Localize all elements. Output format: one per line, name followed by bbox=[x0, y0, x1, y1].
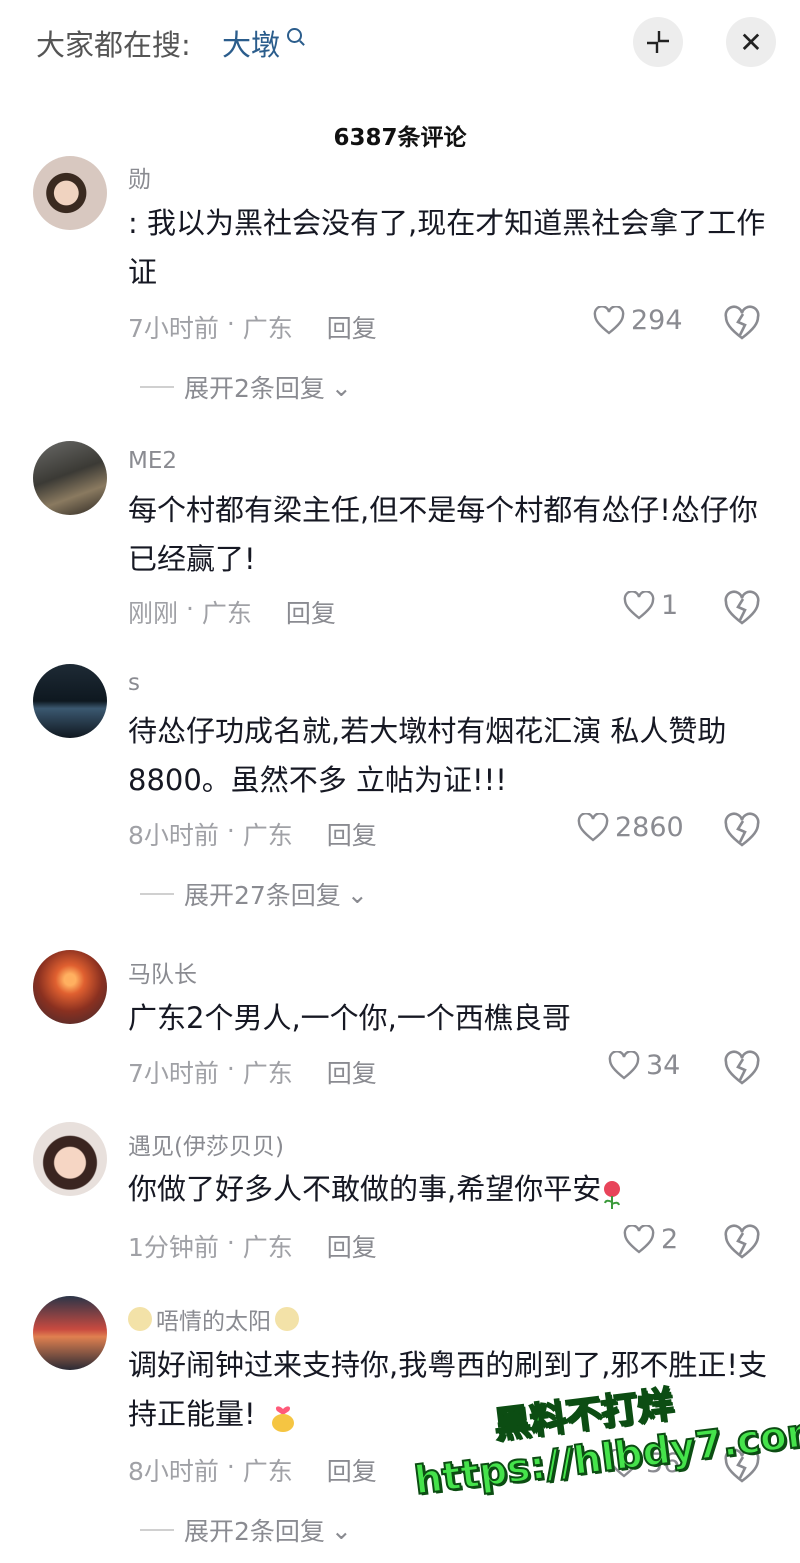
comment-location: 广东 bbox=[242, 1457, 293, 1486]
heart-icon bbox=[623, 590, 655, 620]
comment-username[interactable]: 遇见(伊莎贝贝) bbox=[128, 1127, 284, 1161]
like-count: 2860 bbox=[615, 812, 684, 843]
expand-replies-button[interactable]: 展开2条回复 ⌄ bbox=[140, 1512, 352, 1548]
close-button[interactable]: ✕ bbox=[726, 17, 776, 67]
comment-meta: 7小时前 · 广东 回复 bbox=[128, 309, 377, 345]
comment-time: 7小时前 bbox=[128, 1059, 219, 1088]
search-suggestion-label: 大家都在搜: bbox=[36, 28, 191, 62]
comment-meta: 7小时前 · 广东 回复 bbox=[128, 1054, 377, 1090]
avatar[interactable] bbox=[33, 441, 107, 515]
heart-icon bbox=[593, 305, 625, 335]
comment-count: 6387条评论 bbox=[333, 125, 467, 151]
avatar[interactable] bbox=[33, 950, 107, 1024]
dislike-icon[interactable] bbox=[722, 588, 762, 628]
search-suggestion-link[interactable]: 大墩 bbox=[222, 22, 280, 64]
sun-emoji-icon bbox=[275, 1307, 299, 1331]
comment-location: 广东 bbox=[242, 821, 293, 850]
comment-text: : 我以为黑社会没有了,现在才知道黑社会拿了工作证 bbox=[128, 206, 766, 289]
comment-text: 你做了好多人不敢做的事,希望你平安 bbox=[128, 1165, 623, 1214]
dislike-icon[interactable] bbox=[722, 1048, 762, 1088]
reply-button[interactable]: 回复 bbox=[286, 594, 336, 630]
comment-location: 广东 bbox=[242, 1233, 293, 1262]
comment-time: 7小时前 bbox=[128, 314, 219, 343]
avatar[interactable] bbox=[33, 664, 107, 738]
comment-username[interactable]: 勋 bbox=[128, 160, 151, 194]
search-icon[interactable] bbox=[287, 28, 302, 43]
like-button[interactable]: 294 bbox=[593, 305, 683, 336]
chevron-down-icon: ⌄ bbox=[346, 879, 368, 909]
avatar[interactable] bbox=[33, 156, 107, 230]
comment-time: 1分钟前 bbox=[128, 1233, 219, 1262]
comment-username[interactable]: s bbox=[128, 670, 140, 696]
like-button[interactable]: 1 bbox=[623, 590, 678, 621]
heart-hand-emoji-icon bbox=[268, 1399, 298, 1433]
chevron-down-icon: ⌄ bbox=[330, 372, 352, 402]
reply-button[interactable]: 回复 bbox=[327, 1452, 377, 1488]
dislike-icon[interactable] bbox=[722, 303, 762, 343]
close-icon: ✕ bbox=[739, 25, 763, 59]
like-count: 2 bbox=[661, 1224, 679, 1255]
comment-text: 待怂仔功成名就,若大墩村有烟花汇演 私人赞助8800。虽然不多 立帖为证!!! bbox=[128, 714, 727, 797]
comment-username[interactable]: 唔情的太阳 bbox=[128, 1302, 299, 1336]
comment-meta: 8小时前 · 广东 回复 bbox=[128, 816, 377, 852]
reply-button[interactable]: 回复 bbox=[327, 816, 377, 852]
comment-location: 广东 bbox=[242, 314, 293, 343]
comment-username[interactable]: ME2 bbox=[128, 448, 177, 474]
reply-button[interactable]: 回复 bbox=[327, 309, 377, 345]
reply-button[interactable]: 回复 bbox=[327, 1054, 377, 1090]
like-count: 34 bbox=[646, 1050, 681, 1081]
comment-meta: 刚刚 · 广东 回复 bbox=[128, 594, 336, 630]
comment-username[interactable]: 马队长 bbox=[128, 955, 197, 989]
like-button[interactable]: 2 bbox=[623, 1224, 678, 1255]
expand-replies-button[interactable]: 展开2条回复 ⌄ bbox=[140, 369, 352, 405]
avatar[interactable] bbox=[33, 1122, 107, 1196]
comment-time: 8小时前 bbox=[128, 821, 219, 850]
reply-button[interactable]: 回复 bbox=[327, 1228, 377, 1264]
chevron-down-icon: ⌄ bbox=[330, 1515, 352, 1545]
comment-time: 8小时前 bbox=[128, 1457, 219, 1486]
heart-icon bbox=[623, 1224, 655, 1254]
comment-text: 每个村都有梁主任,但不是每个村都有怂仔!怂仔你已经赢了! bbox=[128, 493, 758, 576]
comment-meta: 1分钟前 · 广东 回复 bbox=[128, 1228, 377, 1264]
sun-emoji-icon bbox=[128, 1307, 152, 1331]
collapse-button[interactable] bbox=[633, 17, 683, 67]
comment-meta: 8小时前 · 广东 回复 bbox=[128, 1452, 377, 1488]
like-button[interactable]: 34 bbox=[608, 1050, 680, 1081]
comment-location: 广东 bbox=[201, 599, 252, 628]
like-count: 294 bbox=[631, 305, 683, 336]
like-button[interactable]: 2860 bbox=[577, 812, 684, 843]
rose-icon bbox=[601, 1176, 623, 1209]
heart-icon bbox=[577, 812, 609, 842]
collapse-icon bbox=[647, 31, 669, 53]
expand-replies-button[interactable]: 展开27条回复 ⌄ bbox=[140, 876, 368, 912]
dislike-icon[interactable] bbox=[722, 810, 762, 850]
comment-time: 刚刚 bbox=[128, 599, 179, 628]
comment-location: 广东 bbox=[242, 1059, 293, 1088]
dislike-icon[interactable] bbox=[722, 1222, 762, 1262]
comment-text: 广东2个男人,一个你,一个西樵良哥 bbox=[128, 1001, 571, 1035]
avatar[interactable] bbox=[33, 1296, 107, 1370]
like-count: 1 bbox=[661, 590, 679, 621]
heart-icon bbox=[608, 1050, 640, 1080]
